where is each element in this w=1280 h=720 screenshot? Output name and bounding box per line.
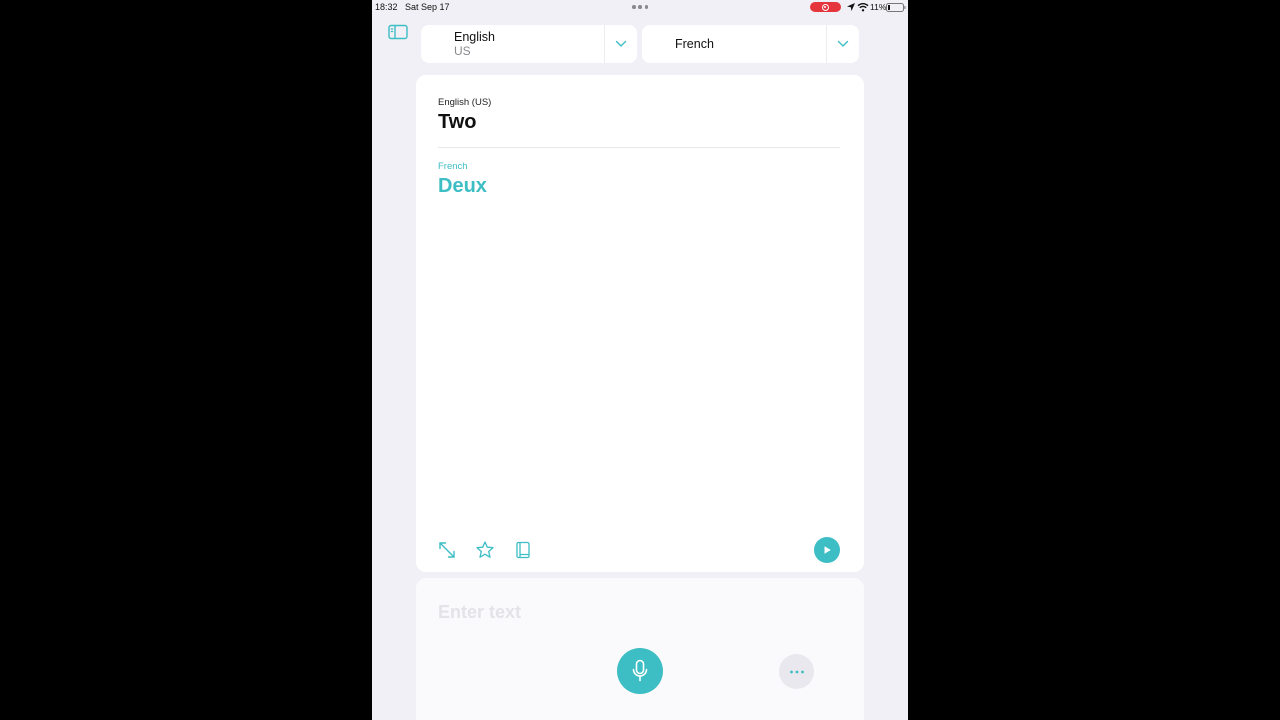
source-text[interactable]: Two — [438, 111, 477, 134]
book-icon[interactable] — [513, 540, 533, 560]
translation-card: English (US) Two French Deux — [416, 75, 864, 572]
microphone-icon — [632, 659, 648, 682]
play-icon — [824, 546, 831, 554]
source-language-dropdown[interactable] — [604, 25, 637, 63]
app-window: 18:32 Sat Sep 17 11% English US French E… — [372, 0, 908, 720]
chevron-down-icon — [615, 40, 627, 47]
target-language-selector[interactable]: French — [642, 25, 859, 63]
play-button[interactable] — [814, 537, 840, 563]
source-language-name: English — [454, 30, 495, 44]
wifi-icon — [857, 3, 869, 12]
source-language-label[interactable]: English US — [421, 25, 604, 63]
translated-text-language: French — [438, 161, 468, 172]
source-text-language: English (US) — [438, 97, 492, 108]
ellipsis-icon — [789, 670, 804, 673]
battery-percentage: 11% — [870, 2, 887, 12]
source-language-selector[interactable]: English US — [421, 25, 637, 63]
expand-icon[interactable] — [437, 540, 457, 560]
screen-recording-icon — [810, 2, 841, 12]
divider — [438, 147, 840, 148]
chevron-down-icon — [837, 40, 849, 47]
status-date: Sat Sep 17 — [405, 2, 450, 12]
source-language-region: US — [454, 44, 471, 58]
sidebar-icon[interactable] — [388, 24, 408, 40]
multitasking-dots-icon[interactable] — [632, 1, 648, 13]
target-language-name: French — [675, 37, 714, 51]
target-language-label[interactable]: French — [642, 25, 826, 63]
input-card — [416, 578, 864, 720]
translated-text[interactable]: Deux — [438, 175, 487, 198]
status-bar: 18:32 Sat Sep 17 11% — [372, 0, 908, 14]
location-icon — [847, 3, 855, 11]
target-language-dropdown[interactable] — [826, 25, 859, 63]
more-button[interactable] — [779, 654, 814, 689]
status-time: 18:32 — [375, 2, 398, 12]
text-input[interactable] — [438, 600, 778, 624]
star-icon[interactable] — [475, 540, 495, 560]
microphone-button[interactable] — [617, 648, 663, 694]
battery-icon — [886, 3, 906, 12]
